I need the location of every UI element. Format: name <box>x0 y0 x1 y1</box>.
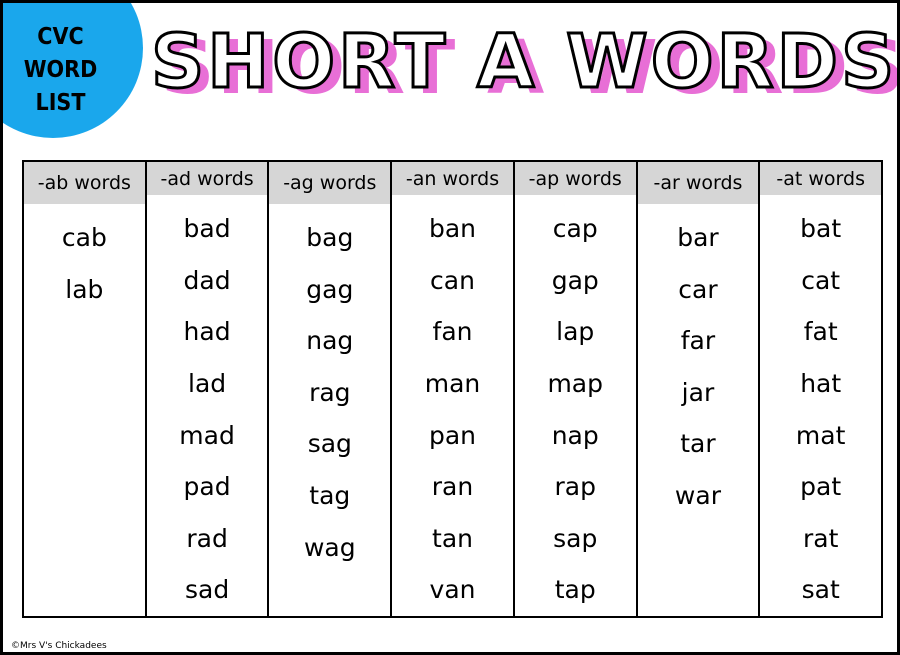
word-item: had <box>183 317 231 347</box>
word-item: bag <box>306 223 354 252</box>
word-column: -ab words cab lab <box>24 162 147 616</box>
column-header: -ag words <box>269 162 391 204</box>
badge-line: LIST <box>35 90 86 116</box>
word-item: rag <box>309 377 351 407</box>
word-item: cab <box>61 223 107 252</box>
word-item: rap <box>554 472 596 502</box>
word-item: nap <box>551 420 599 450</box>
word-column: -at words bat cat fat hat mat pat rat sat <box>760 162 882 616</box>
word-item: lap <box>556 317 595 347</box>
word-item: lad <box>188 369 227 399</box>
word-item: sag <box>307 429 352 459</box>
word-item: tan <box>432 523 473 553</box>
word-item: gag <box>306 274 354 304</box>
column-header: -an words <box>392 162 513 196</box>
word-list: bar car far jar tar war <box>638 204 759 522</box>
word-item: can <box>430 265 475 295</box>
word-item: rat <box>802 523 839 553</box>
word-item: sad <box>184 575 230 605</box>
word-item: cat <box>801 265 841 295</box>
word-item: sat <box>801 575 840 605</box>
word-item: van <box>429 575 476 605</box>
word-list: ban can fan man pan ran tan van <box>392 195 513 616</box>
column-header: -ap words <box>514 162 636 196</box>
badge-label: CVC WORD LIST <box>13 21 108 120</box>
word-column: -ad words bad dad had lad mad pad rad sad <box>146 162 270 616</box>
word-item: mat <box>795 420 846 450</box>
word-item: tar <box>680 429 716 459</box>
word-item: lab <box>65 274 104 304</box>
word-item: fan <box>432 317 473 347</box>
word-item: bat <box>800 214 842 244</box>
word-item: far <box>680 326 716 356</box>
word-column: -ar words bar car far jar tar war <box>637 162 761 616</box>
word-table: -ab words cab lab -ad words bad dad had lad mad p… <box>22 160 883 618</box>
word-item: wag <box>303 532 356 562</box>
word-item: bar <box>677 223 719 252</box>
copyright-text: ©Mrs V's Chickadees <box>11 641 107 651</box>
word-item: ban <box>428 214 477 244</box>
word-item: bad <box>183 214 231 244</box>
word-column: -ag words bag gag nag rag sag tag wag <box>269 162 393 616</box>
word-item: sap <box>553 523 598 553</box>
column-header: -ad words <box>146 162 268 196</box>
word-item: rad <box>186 523 228 553</box>
word-item: pan <box>428 420 477 450</box>
badge-line: WORD <box>23 57 98 83</box>
word-list: cap gap lap map nap rap sap tap <box>515 195 636 616</box>
word-item: pad <box>183 472 231 502</box>
word-item: tag <box>309 480 351 510</box>
worksheet-page: CVC WORD LIST SHORT A WORDS SHORT A WORD… <box>0 0 900 655</box>
word-list: bad dad had lad mad pad rad sad <box>147 195 268 616</box>
word-item: ran <box>431 472 474 502</box>
word-item: hat <box>800 369 842 399</box>
badge-line: CVC <box>37 24 84 50</box>
word-item: man <box>424 369 481 399</box>
word-item: dad <box>183 265 231 295</box>
word-item: tap <box>554 575 596 605</box>
word-list: bag gag nag rag sag tag wag <box>269 204 390 573</box>
word-item: pat <box>800 472 842 502</box>
word-column: -ap words cap gap lap map nap rap sap tap <box>514 162 638 616</box>
word-item: war <box>674 480 721 510</box>
page-title: SHORT A WORDS SHORT A WORDS <box>149 17 897 117</box>
word-list: bat cat fat hat mat pat rat sat <box>760 195 881 616</box>
column-header: -ab words <box>24 162 145 204</box>
word-item: jar <box>681 377 715 407</box>
word-list: cab lab <box>24 204 145 315</box>
word-item: gap <box>551 265 599 295</box>
word-item: map <box>547 369 603 399</box>
word-item: nag <box>306 326 354 356</box>
word-column: -an words ban can fan man pan ran tan van <box>392 162 515 616</box>
word-item: mad <box>179 420 235 450</box>
column-header: -ar words <box>637 162 759 204</box>
title-text: SHORT A WORDS <box>149 18 898 107</box>
word-item: fat <box>803 317 838 347</box>
word-item: car <box>678 274 718 304</box>
word-item: cap <box>552 214 598 244</box>
column-header: -at words <box>760 162 882 196</box>
